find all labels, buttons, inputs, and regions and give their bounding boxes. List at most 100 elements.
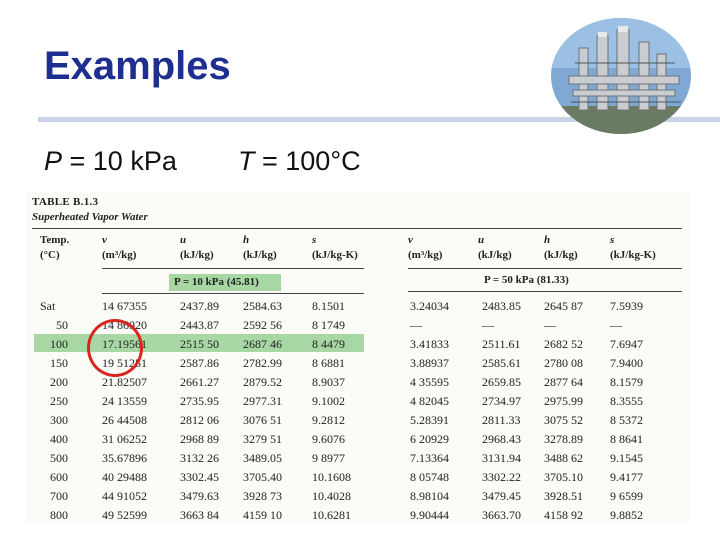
value-cell: 5.28391: [410, 413, 449, 427]
value-cell: 3.24034: [410, 299, 449, 313]
value-cell: 10.1608: [312, 470, 351, 484]
header-unit: (kJ/kg-K): [610, 249, 656, 261]
header-unit: (m³/kg): [102, 249, 137, 261]
value-cell: 35.67896: [102, 451, 147, 465]
temperature-cell: 500: [50, 451, 68, 465]
value-cell: 2483.85: [482, 299, 521, 313]
value-cell: 2687 46: [243, 337, 282, 351]
value-cell: 2584.63: [243, 299, 282, 313]
value-cell: 2811.33: [482, 413, 521, 427]
value-cell: 10.6281: [312, 508, 351, 522]
header-symbol: v: [102, 234, 107, 246]
temperature-cell: 600: [50, 470, 68, 484]
value-cell: 8 05748: [410, 470, 449, 484]
header-top-rule: [32, 228, 682, 229]
header-unit: (kJ/kg): [243, 249, 277, 261]
value-cell: 8 4479: [312, 337, 345, 351]
header-unit: (kJ/kg): [478, 249, 512, 261]
value-cell: 4159 10: [243, 508, 282, 522]
left-pressure-label: P = 10 kPa (45.81): [174, 276, 259, 288]
temp-header-name: Temp.: [40, 234, 70, 246]
steam-table-image: TABLE B.1.3 Superheated Vapor Water Temp…: [26, 192, 690, 522]
value-cell: 3705.10: [544, 470, 583, 484]
value-cell: 3302.45: [180, 470, 219, 484]
temperature-cell: 100: [50, 337, 68, 351]
header-v-left: v (m³/kg): [102, 233, 136, 263]
value-cell: 2735.95: [180, 394, 219, 408]
value-cell: 3928 73: [243, 489, 282, 503]
value-cell: 8 5372: [610, 413, 643, 427]
value-cell: 2592 56: [243, 318, 282, 332]
header-unit: (kJ/kg): [544, 249, 578, 261]
value-cell: 14 67355: [102, 299, 147, 313]
value-cell: 9.2812: [312, 413, 345, 427]
value-cell: 3302.22: [482, 470, 521, 484]
value-cell: 49 52599: [102, 508, 147, 522]
right-pressure-label: P = 50 kPa (81.33): [484, 274, 569, 286]
value-cell: 2782.99: [243, 356, 282, 370]
value-cell: 2734.97: [482, 394, 521, 408]
value-cell: 44 91052: [102, 489, 147, 503]
value-cell: 4 82045: [410, 394, 449, 408]
value-cell: 8.3555: [610, 394, 643, 408]
value-cell: 2511.61: [482, 337, 521, 351]
value-cell: 9 6599: [610, 489, 643, 503]
value-cell: 3705.40: [243, 470, 282, 484]
value-cell: 4158 92: [544, 508, 583, 522]
value-cell: 8.1579: [610, 375, 643, 389]
pressure-symbol: P: [44, 146, 63, 176]
header-s-right: s (kJ/kg-K): [610, 233, 656, 263]
temperature-condition: T = 100°C: [238, 146, 361, 177]
temperature-cell: 150: [50, 356, 68, 370]
value-cell: 8.9037: [312, 375, 345, 389]
value-cell: 2659.85: [482, 375, 521, 389]
value-cell: 7.13364: [410, 451, 449, 465]
value-cell: 26 44508: [102, 413, 147, 427]
temperature-cell: 250: [50, 394, 68, 408]
value-cell: 9.90444: [410, 508, 449, 522]
header-symbol: u: [180, 234, 187, 246]
value-cell: 3663.70: [482, 508, 521, 522]
slide-title: Examples: [44, 44, 231, 88]
value-cell: 2645 87: [544, 299, 583, 313]
header-symbol: u: [478, 234, 485, 246]
value-cell: 8 1749: [312, 318, 345, 332]
table-subtitle: Superheated Vapor Water: [32, 211, 148, 223]
value-cell: 3.41833: [410, 337, 449, 351]
value-cell: 9.6076: [312, 432, 345, 446]
header-s-left: s (kJ/kg-K): [312, 233, 358, 263]
header-h-left: h (kJ/kg): [243, 233, 277, 263]
value-cell: 2437.89: [180, 299, 219, 313]
value-cell: 2968.43: [482, 432, 521, 446]
value-cell: 7.6947: [610, 337, 643, 351]
value-cell: 3663 84: [180, 508, 219, 522]
header-symbol: s: [610, 234, 615, 246]
value-cell: 8.1501: [312, 299, 345, 313]
header-symbol: h: [243, 234, 250, 246]
value-cell: 9 8977: [312, 451, 345, 465]
value-cell: 2877 64: [544, 375, 583, 389]
value-cell: 7.9400: [610, 356, 643, 370]
value-cell: 2975.99: [544, 394, 583, 408]
header-symbol: s: [312, 234, 317, 246]
value-cell: 3131.94: [482, 451, 521, 465]
value-cell: 31 06252: [102, 432, 147, 446]
value-cell: 3928.51: [544, 489, 583, 503]
value-cell: 10.4028: [312, 489, 351, 503]
value-cell: 2682 52: [544, 337, 583, 351]
pressure-condition: P = 10 kPa: [44, 146, 177, 177]
value-cell: 9.1002: [312, 394, 345, 408]
header-unit: (kJ/kg): [180, 249, 214, 261]
temperature-cell: 700: [50, 489, 68, 503]
value-cell: 3132 26: [180, 451, 219, 465]
value-cell: 8 8641: [610, 432, 643, 446]
value-cell: 3278.89: [544, 432, 583, 446]
value-cell: 2585.61: [482, 356, 521, 370]
value-cell: 9.4177: [610, 470, 643, 484]
temp-header: Temp. (°C): [40, 233, 69, 263]
table-label: TABLE B.1.3: [32, 196, 99, 208]
header-symbol: h: [544, 234, 551, 246]
header-v-right: v (m³/kg): [408, 233, 442, 263]
temperature-cell: 800: [50, 508, 68, 522]
value-cell: —: [410, 318, 422, 332]
